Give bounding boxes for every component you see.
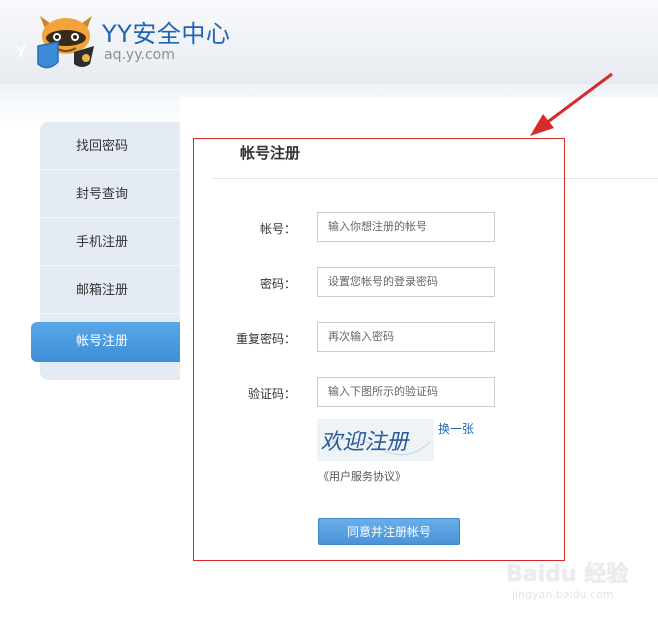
header-bar (0, 0, 658, 84)
password-label: 密码： (259, 277, 296, 291)
password-input[interactable]: 设置您帐号的登录密码 (317, 267, 495, 297)
logo-letter: Y (15, 44, 27, 61)
title-divider (212, 178, 658, 179)
captcha-label: 验证码： (247, 387, 296, 401)
account-input[interactable]: 输入你想注册的帐号 (317, 212, 495, 242)
repeat-password-input[interactable]: 再次输入密码 (317, 322, 495, 352)
sidebar-item-recover-password[interactable]: 找回密码 (40, 123, 180, 170)
agree-and-register-button[interactable]: 同意并注册帐号 (318, 518, 460, 545)
captcha-input[interactable]: 输入下图所示的验证码 (317, 377, 495, 407)
sidebar-item-email-register[interactable]: 邮箱注册 (40, 267, 180, 314)
page-title: 帐号注册 (240, 144, 301, 162)
repeat-password-label: 重复密码： (235, 332, 296, 346)
yy-mascot-logo-icon[interactable] (34, 12, 98, 76)
baidu-jingyan-watermark: Baidu 经验 jingyan.baidu.com (506, 556, 646, 606)
sidebar-item-phone-register[interactable]: 手机注册 (40, 219, 180, 266)
account-label: 帐号： (259, 222, 296, 236)
captcha-text: 欢迎注册 (319, 429, 412, 455)
site-title[interactable]: YY安全中心 (102, 14, 230, 49)
sidebar-item-account-register[interactable]: 帐号注册 (31, 322, 180, 362)
refresh-captcha-link[interactable]: 换一张 (438, 420, 474, 437)
site-domain: aq.yy.com (104, 47, 175, 63)
sidebar-item-ban-query[interactable]: 封号查询 (40, 171, 180, 218)
watermark-brand: Baidu 经验 (506, 562, 629, 587)
user-agreement-link[interactable]: 《用户服务协议》 (318, 468, 406, 484)
watermark-url: jingyan.baidu.com (512, 588, 614, 601)
captcha-image: 欢迎注册 (317, 419, 434, 461)
